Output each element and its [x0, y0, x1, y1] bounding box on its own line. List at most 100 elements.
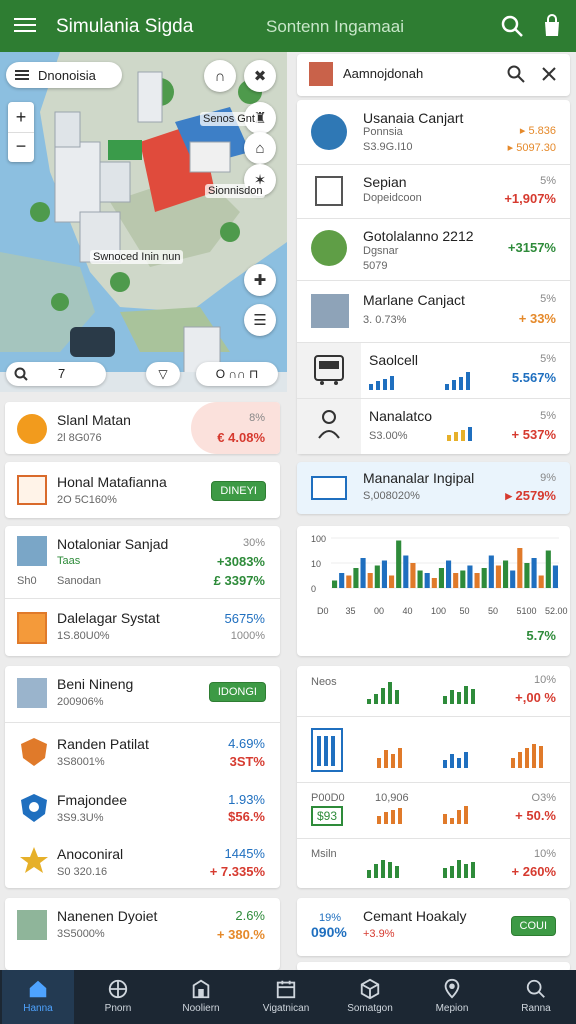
chart-bar: [424, 573, 430, 588]
item-percent: 9%: [540, 472, 556, 484]
status-badge[interactable]: IDONGI: [208, 682, 266, 702]
star-icon: [20, 847, 48, 873]
item-percent: 19%: [319, 912, 342, 924]
nav-item[interactable]: Mepion: [416, 970, 488, 1024]
map-location-chip[interactable]: Dnonoisia: [6, 62, 122, 88]
list-icon: [15, 70, 29, 80]
mini-bar-chart: [369, 364, 394, 390]
nav-item[interactable]: Vigatnican: [250, 970, 322, 1024]
search-icon[interactable]: [500, 14, 524, 38]
chart-bar: [353, 568, 359, 588]
x-tick-label: 52.00: [545, 606, 568, 616]
chart-bar: [410, 563, 416, 588]
x-tick-label: 50: [460, 606, 470, 616]
item-meta: 3S8001%: [57, 756, 105, 768]
item-name: Cemant Hoakaly: [363, 908, 467, 924]
y-tick-label: 0: [311, 584, 316, 594]
item-name[interactable]: Sepian: [363, 174, 407, 190]
item-name[interactable]: Gotolalanno 2212: [363, 228, 474, 244]
highlight-card[interactable]: Mananalar Ingipal S,008020% 9% ▸ 2579%: [297, 462, 570, 514]
item-value: 3ST%: [229, 754, 265, 769]
filter-button[interactable]: ▽: [146, 362, 180, 386]
menu-icon[interactable]: [14, 14, 36, 36]
city-map[interactable]: Dnonoisia ∩ ✖ ♜ ⌂ ✶ ✚ ☰ + − Senos Gnt Si…: [0, 52, 287, 392]
map-tools-bar[interactable]: O ∩∩ ⊓: [196, 362, 278, 386]
shopping-bag-icon[interactable]: [540, 14, 564, 38]
divider: [297, 280, 570, 281]
list-card-group: Notaloniar Sanjad Taas 30% +3083% Sh0 Sa…: [5, 526, 280, 656]
list-card[interactable]: Slanl Matan 2l 8G076 8% € 4.08%: [5, 402, 280, 454]
pin-icon[interactable]: ✚: [244, 264, 276, 296]
chart-footer-value: 5.7%: [526, 628, 556, 643]
item-name[interactable]: Dalelagar Systat: [57, 610, 160, 626]
home-icon: [29, 980, 47, 998]
item-meta: 3. 0.73%: [363, 314, 407, 326]
bar-chart-card: 100 10 0 D0 35 00 40 100 50 50 5100 52.00 5.7%: [297, 526, 570, 656]
building-photo-icon: [17, 536, 47, 566]
item-name[interactable]: Nanalatco: [369, 408, 432, 424]
nav-home[interactable]: Hanna: [2, 970, 74, 1024]
divider: [5, 722, 280, 723]
item-name[interactable]: Beni Nineng: [57, 676, 133, 692]
zoom-controls: + −: [8, 102, 34, 162]
item-name[interactable]: Fmajondee: [57, 792, 127, 808]
nav-item[interactable]: Ranna: [500, 970, 572, 1024]
building-photo-icon: [17, 910, 47, 940]
item-name[interactable]: Randen Patilat: [57, 736, 149, 752]
chart-badge: $93: [311, 806, 344, 826]
building-icon[interactable]: ⌂: [244, 132, 276, 164]
tools-icon[interactable]: ✖: [244, 60, 276, 92]
mini-bar-chart: [445, 364, 470, 390]
nav-item[interactable]: Somatgon: [334, 970, 406, 1024]
chart-bar: [446, 560, 452, 588]
mini-bar-chart: [443, 852, 475, 878]
map-search-bar[interactable]: 7: [6, 362, 106, 386]
chart-bar: [339, 573, 345, 588]
nav-item[interactable]: Pnorn: [82, 970, 154, 1024]
layers-icon[interactable]: ☰: [244, 304, 276, 336]
item-name[interactable]: Marlane Canjact: [363, 292, 465, 308]
shield-icon: [21, 738, 47, 766]
map-pin-icon: [444, 978, 460, 999]
chart-bar: [474, 573, 480, 588]
person-icon: [318, 410, 340, 439]
item-value: +1,907%: [504, 191, 556, 206]
chart-bar: [503, 560, 509, 588]
x-tick-label: 5100: [517, 606, 537, 616]
zoom-out-button[interactable]: −: [8, 132, 34, 162]
headphones-icon[interactable]: ∩: [204, 60, 236, 92]
search-input[interactable]: Aamnojdonah: [343, 66, 423, 81]
item-percent: 8%: [249, 412, 265, 424]
status-badge[interactable]: DINEYI: [211, 481, 266, 501]
close-icon[interactable]: [541, 66, 557, 82]
status-badge[interactable]: COUI: [510, 916, 556, 936]
item-value: + 380.%: [216, 927, 265, 942]
x-tick-label: D0: [317, 606, 329, 616]
item-percent: 30%: [242, 537, 265, 549]
search-icon[interactable]: [507, 65, 525, 83]
nav-label: Nooliern: [182, 1003, 220, 1014]
mini-bar-chart: [443, 742, 468, 768]
item-name[interactable]: Anoconiral: [57, 846, 123, 862]
zoom-in-button[interactable]: +: [8, 102, 34, 132]
list-card[interactable]: Honal Matafianna 2O 5C160% DINEYI: [5, 462, 280, 518]
list-card[interactable]: 19% 090% Cemant Hoakaly +3.9% COUI: [297, 898, 570, 956]
item-meta: Dgsnar: [363, 245, 399, 257]
chart-bar: [453, 573, 459, 588]
chart-bar: [374, 565, 380, 588]
search-icon: [526, 979, 545, 998]
map-label: Sionnisdon: [205, 184, 266, 198]
chart-bar: [346, 575, 352, 588]
search-icon: [14, 367, 28, 381]
chart-value: +,00 %: [515, 690, 556, 705]
bottom-navigation: Hanna Pnorn Nooliern Vigatnican Somatgon…: [0, 970, 576, 1024]
item-name[interactable]: Notaloniar Sanjad: [57, 536, 168, 552]
list-card[interactable]: Nanenen Dyoiet 3S5000% 2.6% + 380.%: [5, 898, 280, 970]
y-tick-label: 10: [311, 559, 321, 569]
nav-item[interactable]: Nooliern: [165, 970, 237, 1024]
item-name[interactable]: Usanaia Canjart: [363, 110, 463, 126]
x-tick-label: 35: [346, 606, 356, 616]
item-meta: 3S5000%: [57, 928, 105, 940]
item-percent: 5%: [540, 353, 556, 365]
bus-icon: [314, 355, 344, 385]
